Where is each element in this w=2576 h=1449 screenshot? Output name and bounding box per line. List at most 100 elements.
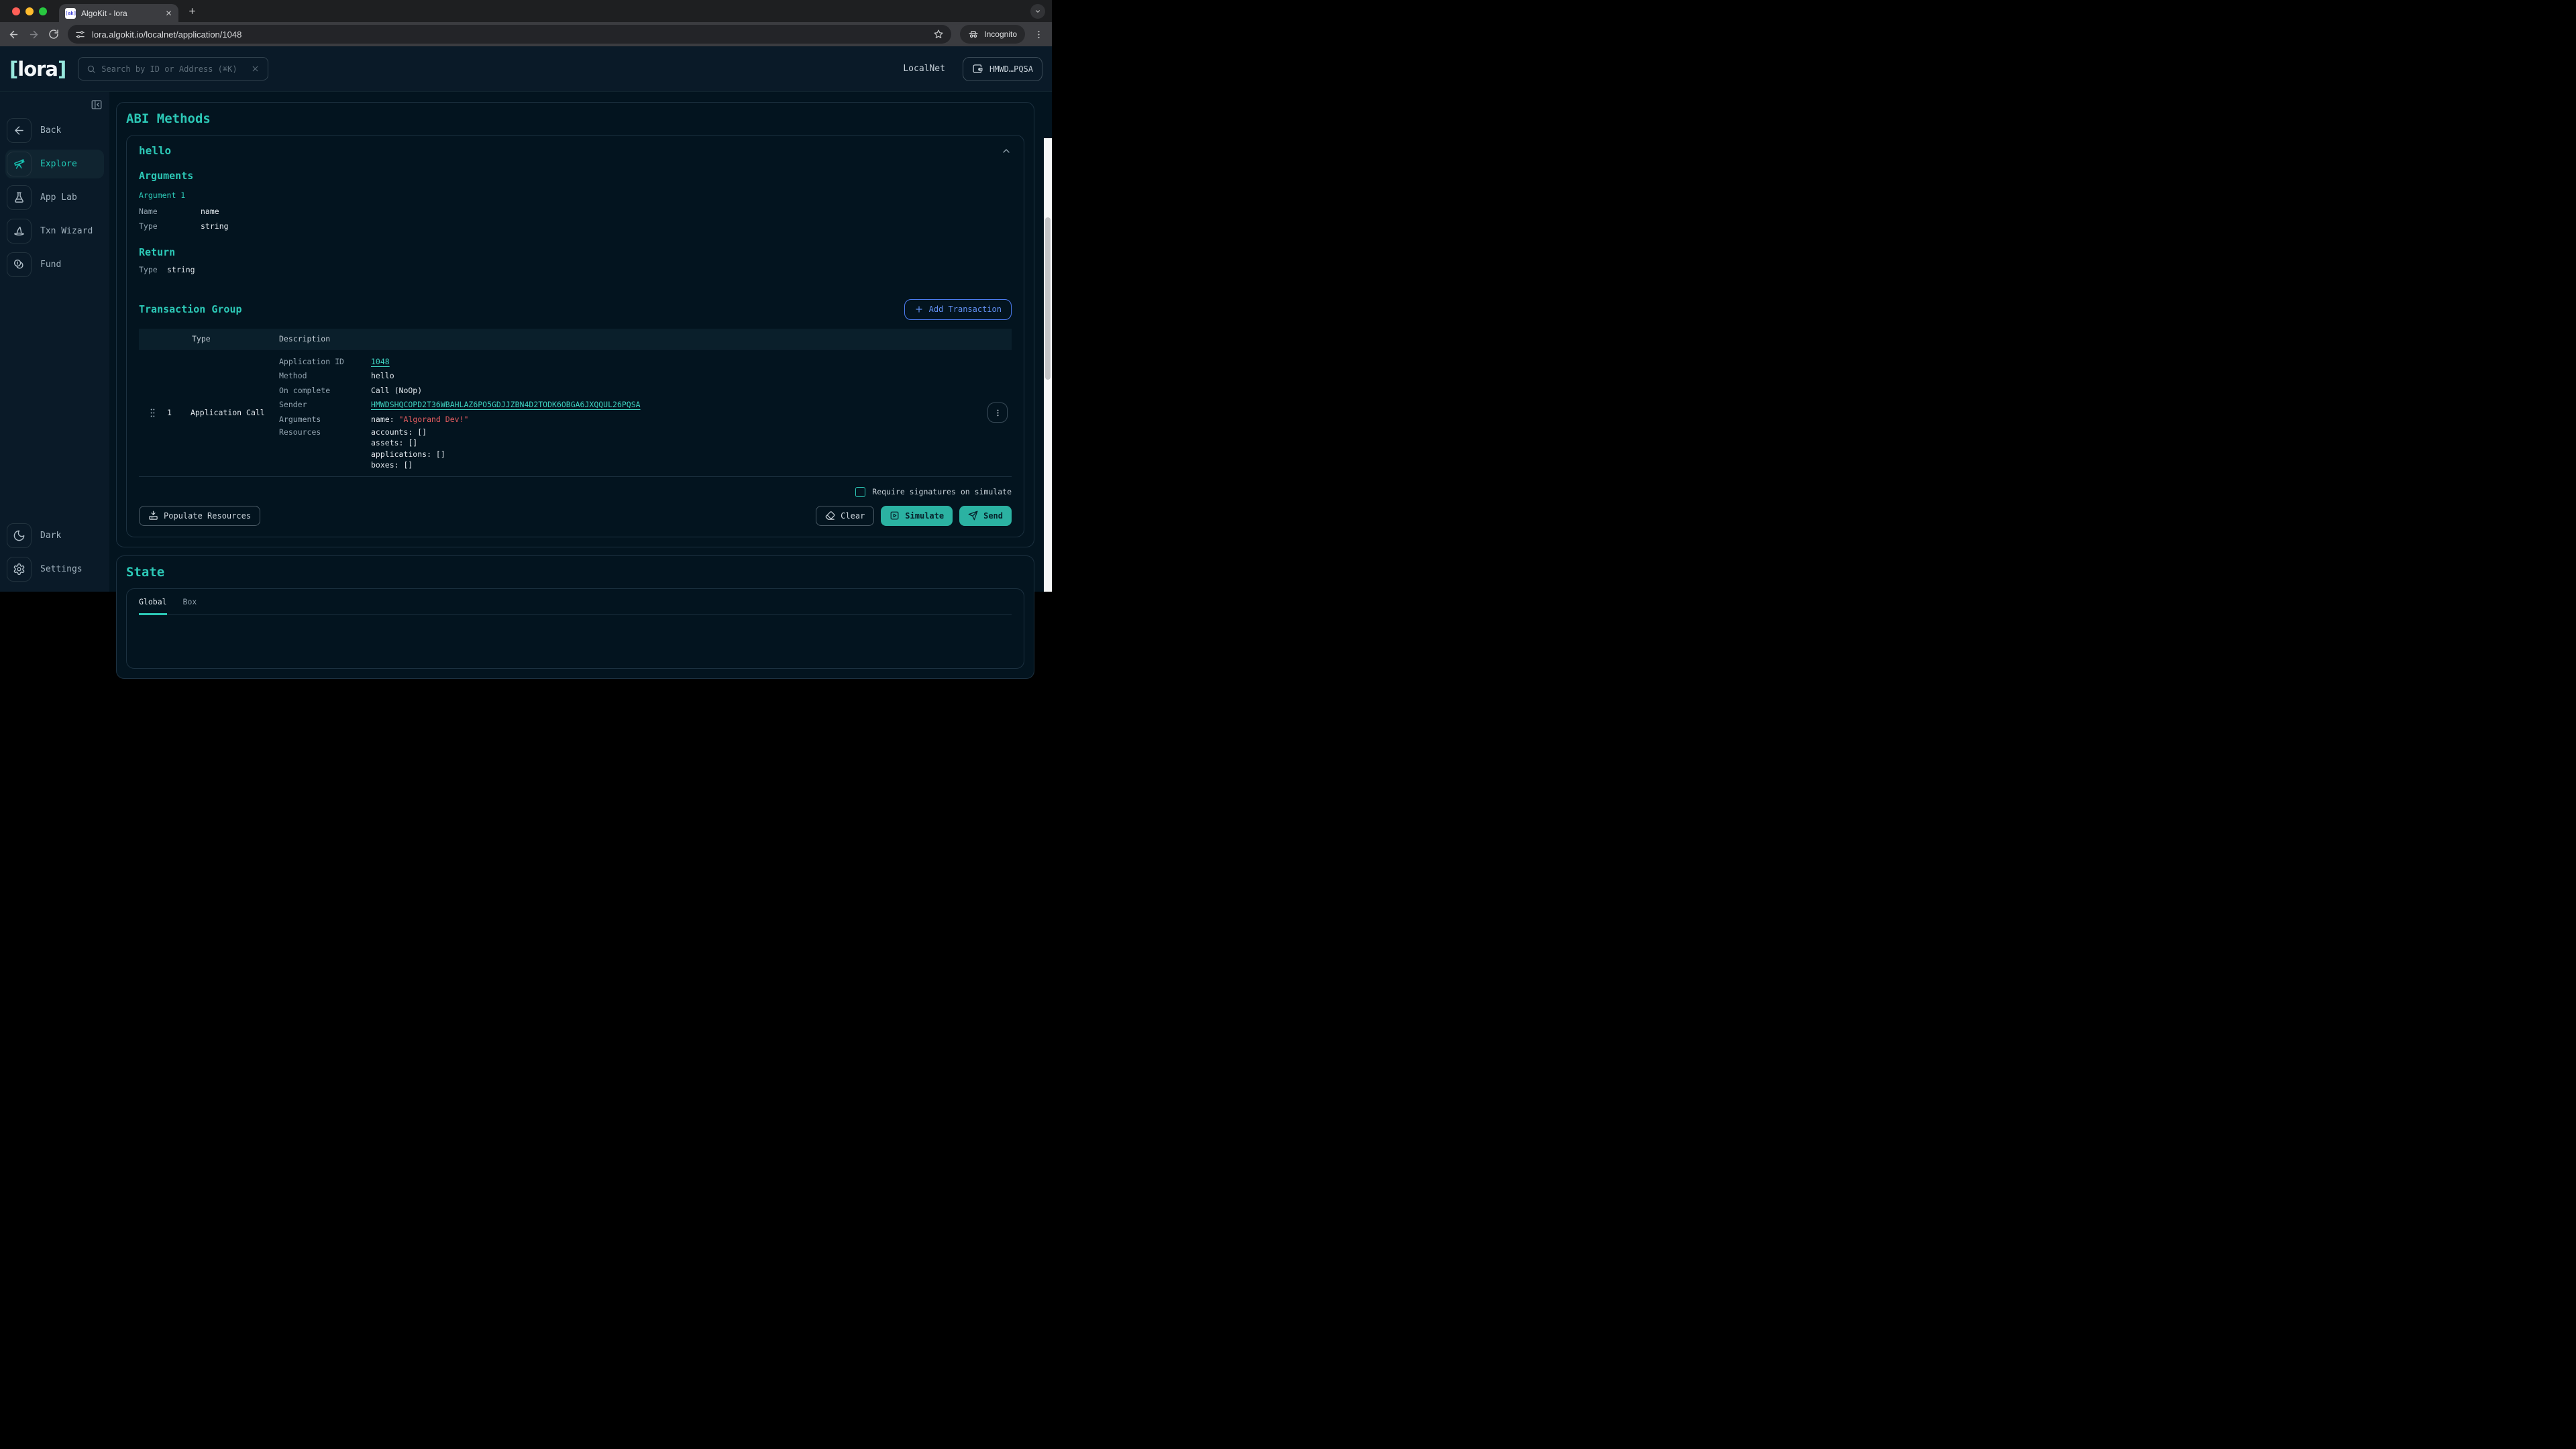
close-window-button[interactable] xyxy=(12,7,20,15)
abi-methods-card: ABI Methods hello Arguments Argument 1 N… xyxy=(116,102,1034,547)
sidebar-item-back[interactable]: Back xyxy=(5,116,104,145)
arrow-left-icon xyxy=(7,118,32,143)
sidebar-item-label: Dark xyxy=(40,531,61,541)
sidebar-item-label: Explore xyxy=(40,159,77,169)
sidebar: Back Explore App Lab Txn Wizard xyxy=(0,92,109,592)
telescope-icon xyxy=(7,152,32,176)
clear-button[interactable]: Clear xyxy=(816,506,874,526)
coins-icon xyxy=(7,252,32,277)
browser-menu-icon[interactable] xyxy=(1034,30,1044,40)
arguments-title: Arguments xyxy=(139,170,1012,182)
sidebar-item-label: Settings xyxy=(40,564,83,574)
browser-toolbar: lora.algokit.io/localnet/application/104… xyxy=(0,22,1052,46)
incognito-label: Incognito xyxy=(984,30,1017,39)
sidebar-item-label: Txn Wizard xyxy=(40,226,93,236)
sidebar-item-explore[interactable]: Explore xyxy=(5,150,104,178)
row-type: Application Call xyxy=(191,408,265,417)
resources-value: accounts: [] assets: [] applications: []… xyxy=(371,427,1012,471)
transaction-group-title: Transaction Group xyxy=(139,303,242,315)
arguments-value: name: "Algorand Dev!" xyxy=(371,413,1012,427)
lora-app: [lora] LocalNet HMWD…PQSA xyxy=(0,46,1052,592)
logo-text: lora xyxy=(17,58,58,80)
oncomplete-value: Call (NoOp) xyxy=(371,384,1012,398)
main-content: ABI Methods hello Arguments Argument 1 N… xyxy=(109,92,1052,592)
flask-icon xyxy=(7,185,32,210)
address-bar[interactable]: lora.algokit.io/localnet/application/104… xyxy=(68,25,951,44)
logo-bracket-left: [ xyxy=(9,58,17,80)
drag-handle-icon[interactable] xyxy=(149,407,156,419)
require-signatures-checkbox[interactable] xyxy=(855,487,865,497)
send-button[interactable]: Send xyxy=(959,506,1012,526)
tab-global[interactable]: Global xyxy=(139,597,167,614)
tab-search-chevron-button[interactable] xyxy=(1030,4,1045,19)
wizard-hat-icon xyxy=(7,219,32,244)
sender-address-link[interactable]: HMWDSHQCOPD2T36WBAHLAZ6PO5GDJJZBN4D2TODK… xyxy=(371,400,641,409)
lora-logo[interactable]: [lora] xyxy=(9,58,66,80)
scrollbar-thumb[interactable] xyxy=(1045,217,1051,380)
tab-close-icon[interactable] xyxy=(165,9,172,17)
sidebar-item-settings[interactable]: Settings xyxy=(5,555,104,584)
zoom-window-button[interactable] xyxy=(39,7,47,15)
back-nav-icon[interactable] xyxy=(8,29,19,40)
reload-icon[interactable] xyxy=(48,29,59,40)
column-description: Description xyxy=(279,334,330,343)
traffic-lights xyxy=(12,7,47,15)
application-id-link[interactable]: 1048 xyxy=(371,357,390,366)
site-settings-icon[interactable] xyxy=(75,30,85,40)
browser-tab-strip: [ak] AlgoKit - lora xyxy=(0,0,1052,22)
url-text: lora.algokit.io/localnet/application/104… xyxy=(92,30,241,40)
sidebar-item-theme-dark[interactable]: Dark xyxy=(5,521,104,550)
square-play-icon xyxy=(890,511,900,521)
tab-box[interactable]: Box xyxy=(183,597,197,614)
new-tab-button[interactable] xyxy=(188,7,197,15)
minimize-window-button[interactable] xyxy=(25,7,34,15)
network-select[interactable]: LocalNet xyxy=(903,64,945,74)
populate-resources-button[interactable]: Populate Resources xyxy=(139,506,260,526)
return-title: Return xyxy=(139,246,1012,258)
state-title: State xyxy=(126,565,1024,580)
wallet-button[interactable]: HMWD…PQSA xyxy=(963,57,1042,81)
row-menu-button[interactable] xyxy=(987,402,1008,423)
state-card: State Global Box xyxy=(116,555,1034,679)
abi-methods-title: ABI Methods xyxy=(126,111,1024,126)
sidebar-item-label: App Lab xyxy=(40,193,77,203)
sidebar-item-fund[interactable]: Fund xyxy=(5,250,104,279)
argument-type-row: Typestring xyxy=(139,219,1012,234)
moon-icon xyxy=(7,523,32,548)
wallet-address-label: HMWD…PQSA xyxy=(989,64,1033,74)
state-inner-card: Global Box xyxy=(126,588,1024,669)
chevron-up-icon[interactable] xyxy=(1001,146,1012,156)
table-header: Type Description xyxy=(139,329,1012,349)
return-type-row: Typestring xyxy=(139,263,1012,278)
sidebar-item-label: Back xyxy=(40,125,61,136)
search-input[interactable] xyxy=(101,64,246,74)
sidebar-collapse-icon[interactable] xyxy=(91,99,103,111)
bookmark-star-icon[interactable] xyxy=(933,29,944,40)
tab-title: AlgoKit - lora xyxy=(81,9,160,18)
sidebar-item-app-lab[interactable]: App Lab xyxy=(5,183,104,212)
abi-method-hello-card: hello Arguments Argument 1 Namename Type… xyxy=(126,135,1024,537)
method-value: hello xyxy=(371,369,1012,384)
argument-string-value: "Algorand Dev!" xyxy=(399,415,469,424)
simulate-button[interactable]: Simulate xyxy=(881,506,953,526)
sidebar-item-txn-wizard[interactable]: Txn Wizard xyxy=(5,217,104,246)
incognito-badge: Incognito xyxy=(960,25,1025,44)
incognito-icon xyxy=(968,29,979,40)
eraser-icon xyxy=(825,511,835,521)
tab-favicon: [ak] xyxy=(65,8,76,19)
add-transaction-button[interactable]: Add Transaction xyxy=(904,299,1012,320)
search-clear-icon[interactable] xyxy=(251,64,260,73)
send-icon xyxy=(968,511,978,521)
wallet-icon xyxy=(972,63,983,74)
column-type: Type xyxy=(192,334,279,343)
method-name: hello xyxy=(139,144,171,157)
global-search[interactable] xyxy=(78,57,268,80)
argument-name-row: Namename xyxy=(139,205,1012,219)
argument1-caption: Argument 1 xyxy=(139,191,1012,200)
browser-tab[interactable]: [ak] AlgoKit - lora xyxy=(59,4,178,22)
plus-icon xyxy=(914,305,924,314)
table-row[interactable]: 1 Application Call Application ID 1048 M… xyxy=(139,349,1012,477)
forward-nav-icon[interactable] xyxy=(28,29,40,40)
gear-icon xyxy=(7,557,32,582)
page-scrollbar[interactable] xyxy=(1044,138,1052,592)
